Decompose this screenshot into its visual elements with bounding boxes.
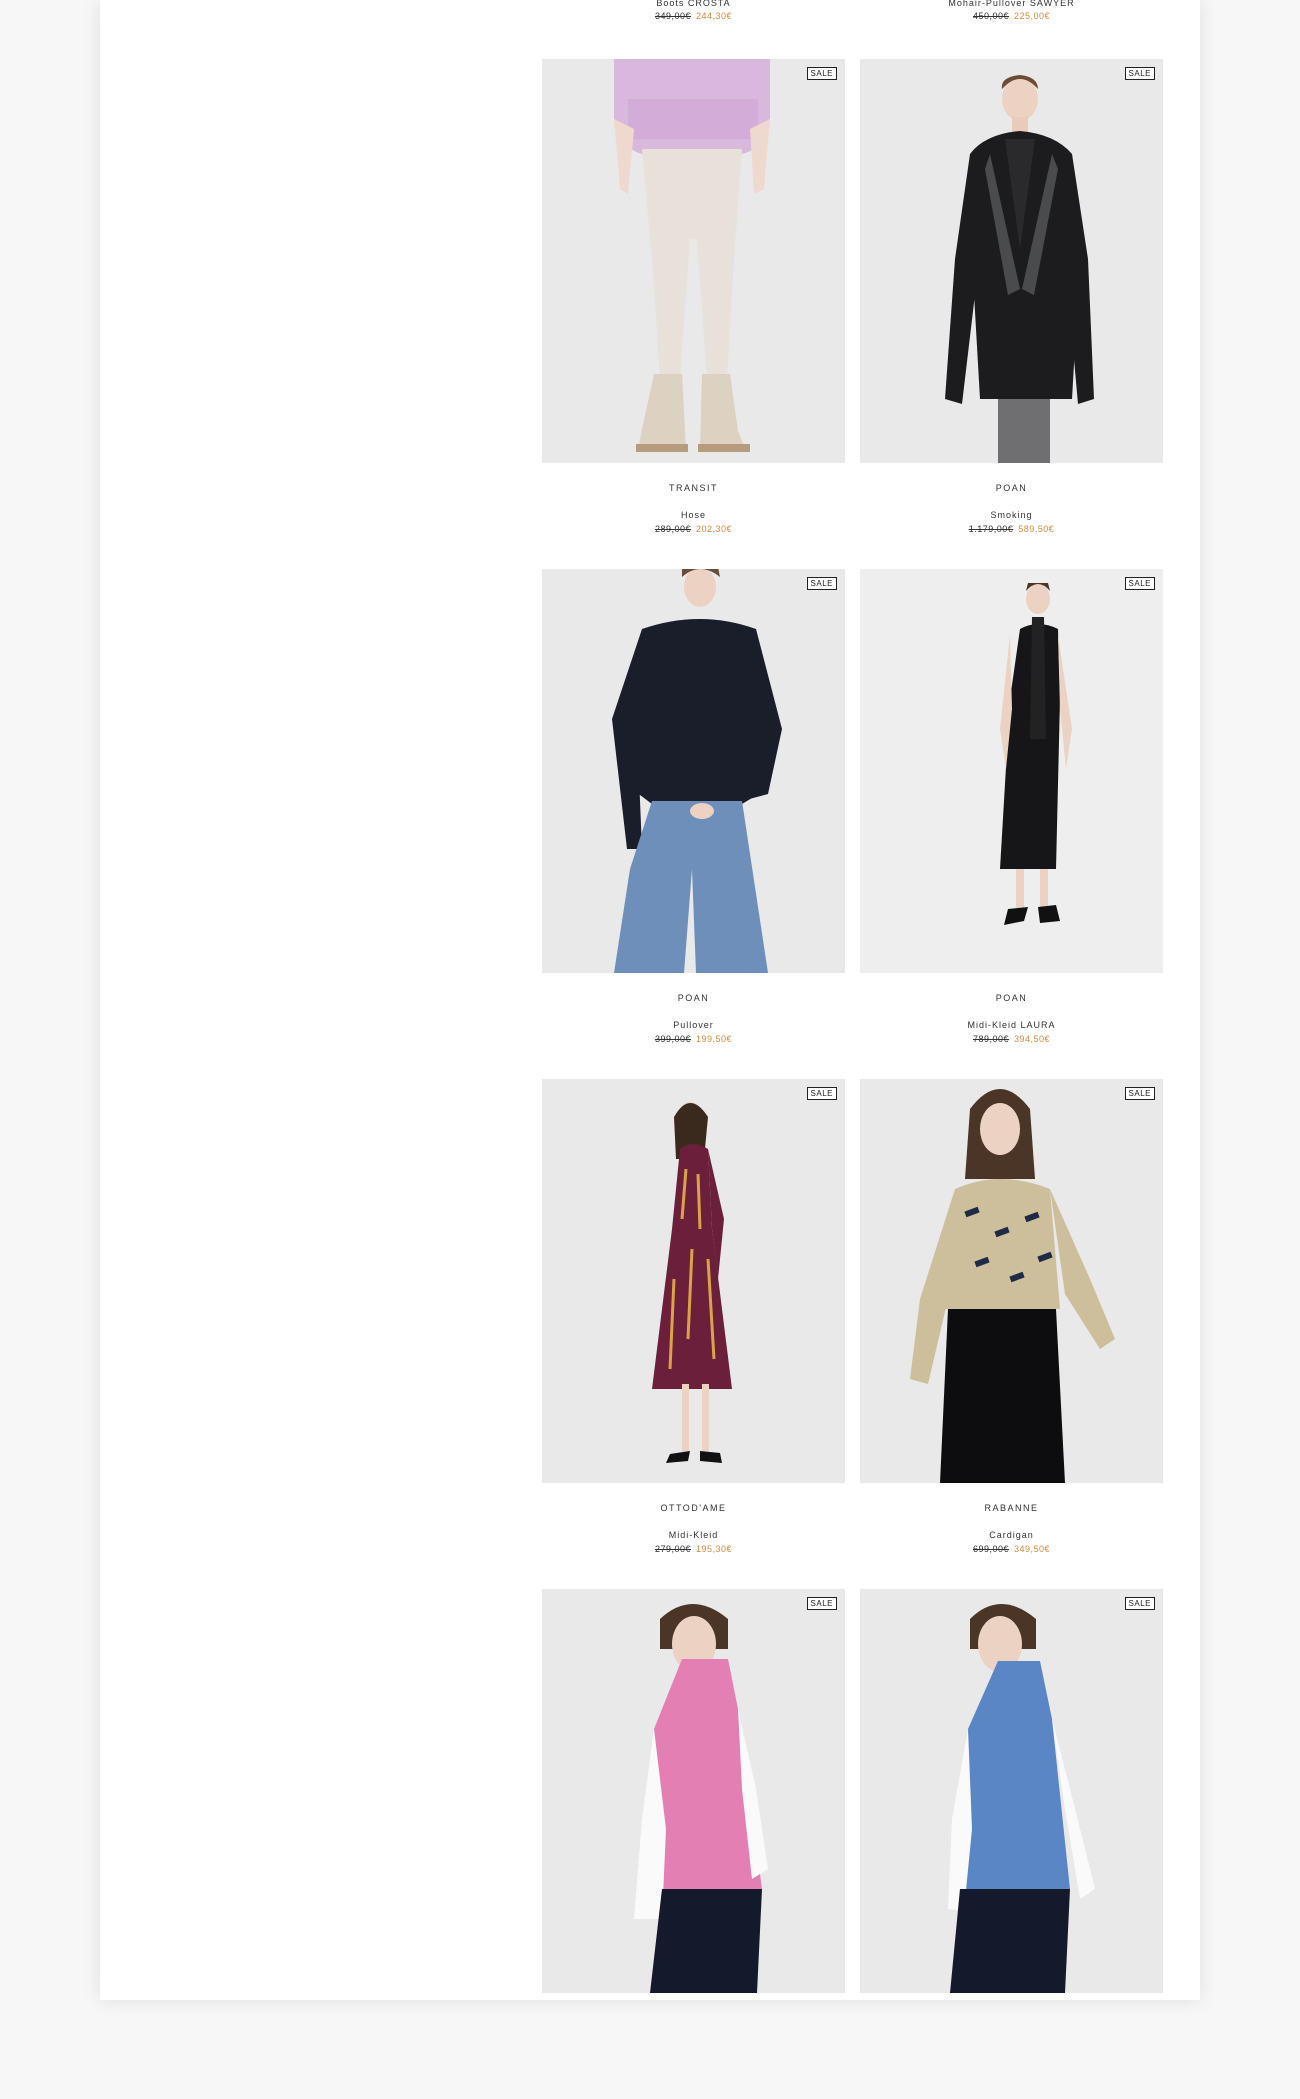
- product-card[interactable]: SALE POAN Midi-Kleid LAURA 789,00€ 394,50…: [860, 569, 1163, 1079]
- product-name[interactable]: Cardigan: [860, 1530, 1163, 1540]
- sale-price: 349,50€: [1014, 1544, 1051, 1554]
- price-line: 789,00€ 394,50€: [860, 1034, 1163, 1044]
- product-card[interactable]: SALE POAN Pullover 399,00€ 199,50€: [542, 569, 845, 1079]
- product-name[interactable]: Pullover: [542, 1020, 845, 1030]
- sale-price: 394,50€: [1014, 1034, 1051, 1044]
- product-name[interactable]: Smoking: [860, 510, 1163, 520]
- sale-price: 195,30€: [696, 1544, 733, 1554]
- page: Boots CROSTA 349,00€ 244,30€ Mohair-Pullo…: [100, 0, 1200, 2000]
- sale-price: 202,30€: [696, 524, 733, 534]
- product-image[interactable]: SALE: [542, 59, 845, 463]
- previous-row-labels: Boots CROSTA 349,00€ 244,30€ Mohair-Pullo…: [542, 0, 1163, 30]
- price-line: 1.179,00€ 589,50€: [860, 524, 1163, 534]
- sale-badge: SALE: [806, 67, 837, 80]
- product-card[interactable]: SALE: [860, 1589, 1163, 2099]
- price-line: [860, 2013, 1163, 2023]
- price-line: 450,00€ 225,00€: [860, 11, 1163, 21]
- product-name[interactable]: Mohair-Pullover SAWYER: [860, 0, 1163, 8]
- product-name[interactable]: Midi-Kleid LAURA: [860, 1020, 1163, 1030]
- product-image[interactable]: SALE: [860, 1079, 1163, 1483]
- old-price: 289,00€: [654, 524, 691, 534]
- old-price: 699,00€: [972, 1544, 1009, 1554]
- brand-label[interactable]: TRANSIT: [542, 483, 845, 493]
- product-card[interactable]: SALE OTTOD'AME Midi-Kleid 279,00€ 195,30€: [542, 1079, 845, 1589]
- brand-label[interactable]: POAN: [542, 993, 845, 1003]
- product-image[interactable]: SALE: [860, 1589, 1163, 1993]
- price-line: 349,00€ 244,30€: [542, 11, 845, 21]
- sale-price: 589,50€: [1018, 524, 1055, 534]
- sale-badge: SALE: [1124, 1597, 1155, 1610]
- old-price: 789,00€: [972, 1034, 1009, 1044]
- sale-price: 244,30€: [696, 11, 733, 21]
- old-price: 279,00€: [654, 1544, 691, 1554]
- brand-label[interactable]: POAN: [860, 993, 1163, 1003]
- price-line: 699,00€ 349,50€: [860, 1544, 1163, 1554]
- sale-badge: SALE: [1124, 577, 1155, 590]
- product-image[interactable]: SALE: [542, 569, 845, 973]
- sale-badge: SALE: [806, 1087, 837, 1100]
- brand-label[interactable]: RABANNE: [860, 1503, 1163, 1513]
- old-price: 1.179,00€: [968, 524, 1014, 534]
- sale-badge: SALE: [806, 1597, 837, 1610]
- product-card[interactable]: SALE RABANNE Cardigan 699,00€ 349,50€: [860, 1079, 1163, 1589]
- brand-label[interactable]: POAN: [860, 483, 1163, 493]
- product-card[interactable]: SALE POAN Smoking 1.179,00€ 589,50€: [860, 59, 1163, 569]
- product-name[interactable]: Hose: [542, 510, 845, 520]
- product-card[interactable]: SALE: [542, 1589, 845, 2099]
- price-line: [542, 2013, 845, 2023]
- sale-badge: SALE: [1124, 67, 1155, 80]
- product-grid: SALE TRANSIT Hose 289,00€ 202,30€ SALE P…: [542, 59, 1163, 2099]
- sale-badge: SALE: [1124, 1087, 1155, 1100]
- old-price: 399,00€: [654, 1034, 691, 1044]
- price-line: 289,00€ 202,30€: [542, 524, 845, 534]
- sale-price: 225,00€: [1014, 11, 1051, 21]
- product-image[interactable]: SALE: [860, 59, 1163, 463]
- product-name[interactable]: Boots CROSTA: [542, 0, 845, 8]
- product-image[interactable]: SALE: [860, 569, 1163, 973]
- product-info-boots[interactable]: Boots CROSTA 349,00€ 244,30€: [542, 0, 845, 21]
- product-image[interactable]: SALE: [542, 1589, 845, 1993]
- sale-badge: SALE: [806, 577, 837, 590]
- price-line: 279,00€ 195,30€: [542, 1544, 845, 1554]
- old-price: 450,00€: [972, 11, 1009, 21]
- old-price: 349,00€: [654, 11, 691, 21]
- product-info-mohair[interactable]: Mohair-Pullover SAWYER 450,00€ 225,00€: [860, 0, 1163, 21]
- price-line: 399,00€ 199,50€: [542, 1034, 845, 1044]
- brand-label[interactable]: OTTOD'AME: [542, 1503, 845, 1513]
- product-card[interactable]: SALE TRANSIT Hose 289,00€ 202,30€: [542, 59, 845, 569]
- product-image[interactable]: SALE: [542, 1079, 845, 1483]
- sale-price: 199,50€: [696, 1034, 733, 1044]
- product-name[interactable]: Midi-Kleid: [542, 1530, 845, 1540]
